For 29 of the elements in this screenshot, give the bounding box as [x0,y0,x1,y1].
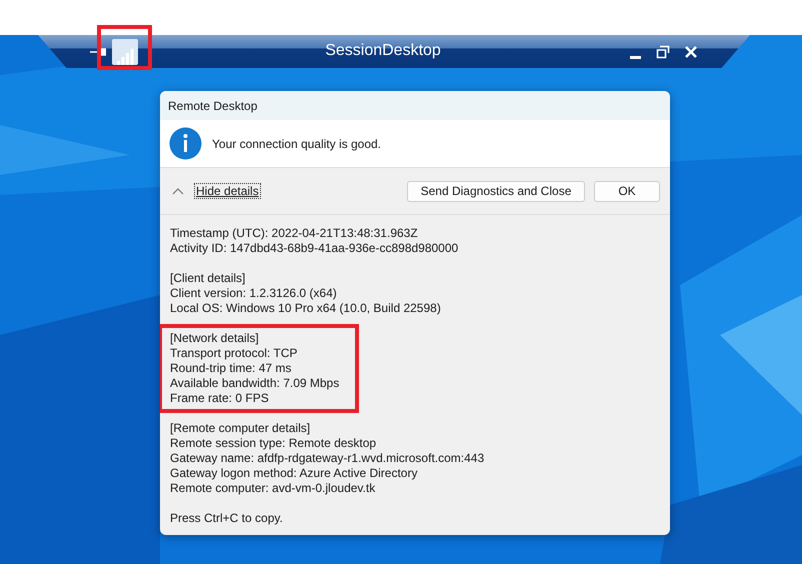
detail-line: [Remote computer details] [170,421,312,436]
detail-line: Frame rate: 0 FPS [170,391,270,406]
status-message: Your connection quality is good. [212,136,382,150]
close-button[interactable] [684,44,698,58]
signal-icon[interactable] [112,38,138,64]
detail-line: [Network details] [170,331,260,346]
detail-line: Gateway name: afdfp-rdgateway-r1.wvd.microsoft.com:443 [170,451,486,466]
details-toggle[interactable]: Hide details [194,183,261,199]
detail-line: Remote session type: Remote desktop [170,436,378,451]
detail-line: Transport protocol: TCP [170,346,298,361]
detail-line: Timestamp (UTC): 2022-04-21T13:48:31.963Z [170,226,419,241]
detail-line: [Client details] [170,271,246,286]
detail-line: Client version: 1.2.3126.0 (x64) [170,286,338,301]
minimize-icon [630,56,640,58]
detail-line: Gateway logon method: Azure Active Directory [170,466,418,481]
session-title: SessionDesktop [325,42,441,60]
detail-line: Remote computer: avd-vm-0.jloudev.tk [170,481,376,496]
restore-button[interactable] [656,44,670,58]
detail-line: Local OS: Windows 10 Pro x64 (10.0, Build 22598) [170,301,442,316]
detail-line: Round-trip time: 47 ms [170,361,292,376]
detail-line: Press Ctrl+C to copy. [170,511,284,526]
detail-line: Activity ID: 147dbd43-68b9-41aa-936e-cc898d980000 [170,241,460,256]
pin-icon[interactable] [90,46,106,56]
info-icon [169,127,202,160]
send-diagnostics-button[interactable]: Send Diagnostics and Close [407,180,585,202]
dialog-title: Remote Desktop [160,91,670,120]
detail-line: Available bandwidth: 7.09 Mbps [170,376,340,391]
chevron-up-icon[interactable] [172,187,184,195]
ok-button[interactable]: OK [594,180,660,202]
